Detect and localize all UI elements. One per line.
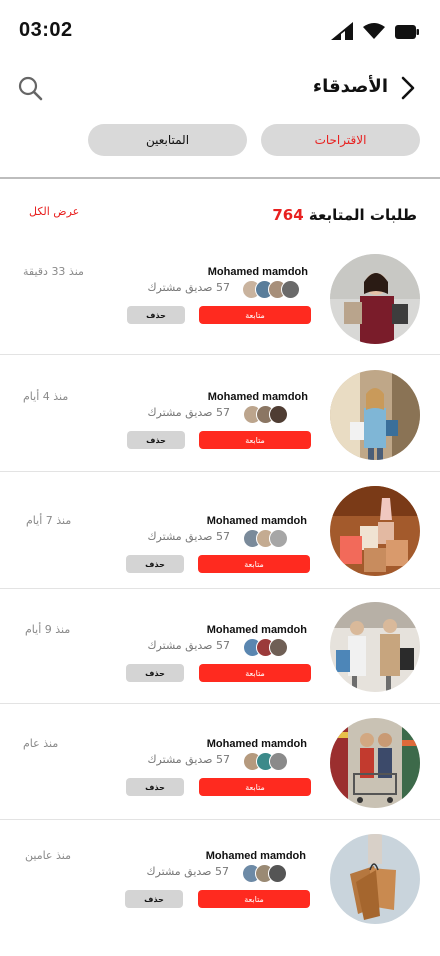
- avatar[interactable]: [330, 602, 420, 692]
- delete-button[interactable]: حذف: [126, 664, 184, 682]
- mutual-avatar: [268, 864, 287, 883]
- mutual-friends-count: 57 صديق مشترك: [147, 530, 230, 543]
- delete-button[interactable]: حذف: [126, 555, 184, 573]
- mutual-friends-avatars: [243, 405, 288, 424]
- avatar[interactable]: [330, 718, 420, 808]
- page-title: الأصدقاء: [312, 76, 388, 97]
- avatar[interactable]: [330, 834, 420, 924]
- mutual-friends-avatars: [243, 638, 288, 657]
- user-name[interactable]: Mohamed mamdoh: [207, 624, 307, 636]
- delete-button[interactable]: حذف: [127, 306, 185, 324]
- delete-button[interactable]: حذف: [126, 778, 184, 796]
- mutual-avatar: [269, 752, 288, 771]
- status-bar: 03:02: [0, 0, 440, 62]
- battery-icon: [395, 24, 419, 43]
- header: الأصدقاء: [0, 70, 440, 106]
- delete-button[interactable]: حذف: [127, 431, 185, 449]
- user-name[interactable]: Mohamed mamdoh: [207, 738, 307, 750]
- request-time: منذ 4 أيام: [23, 390, 69, 403]
- user-name[interactable]: Mohamed mamdoh: [208, 391, 308, 403]
- divider: [0, 177, 440, 179]
- search-icon[interactable]: [16, 74, 44, 102]
- tabs: المتابعين الاقتراحات: [0, 124, 440, 156]
- avatar[interactable]: [330, 254, 420, 344]
- status-icons: [331, 22, 419, 44]
- list-item: Mohamed mamdoh 57 صديق مشترك متابعة حذف …: [0, 704, 440, 820]
- request-time: منذ 7 أيام: [26, 514, 72, 527]
- tab-suggestions[interactable]: الاقتراحات: [261, 124, 420, 156]
- mutual-avatar: [269, 405, 288, 424]
- mutual-friends-avatars: [242, 280, 300, 299]
- mutual-friends-avatars: [243, 752, 288, 771]
- mutual-friends-count: 57 صديق مشترك: [146, 865, 229, 878]
- request-time: منذ عامين: [25, 849, 71, 862]
- follow-button[interactable]: متابعة: [199, 778, 311, 796]
- list-item: Mohamed mamdoh 57 صديق مشترك متابعة حذف …: [0, 355, 440, 472]
- section-title-text: طلبات المتابعة: [308, 206, 417, 224]
- list-item: Mohamed mamdoh 57 صديق مشترك متابعة حذف …: [0, 589, 440, 704]
- mutual-avatar: [269, 638, 288, 657]
- list-item: Mohamed mamdoh 57 صديق مشترك متابعة حذف …: [0, 472, 440, 589]
- mutual-avatar: [269, 529, 288, 548]
- follow-button[interactable]: متابعة: [199, 431, 311, 449]
- status-time: 03:02: [19, 19, 73, 41]
- avatar[interactable]: [330, 486, 420, 576]
- list-item: Mohamed mamdoh 57 صديق مشترك متابعة حذف …: [0, 820, 440, 936]
- list-item: Mohamed mamdoh 57 صديق مشترك متابعة حذف …: [0, 239, 440, 355]
- request-time: منذ عام: [23, 737, 59, 750]
- user-name[interactable]: Mohamed mamdoh: [207, 515, 307, 527]
- follow-button[interactable]: متابعة: [198, 890, 310, 908]
- cellular-signal-icon: [331, 22, 353, 44]
- mutual-friends-count: 57 صديق مشترك: [147, 753, 230, 766]
- delete-button[interactable]: حذف: [125, 890, 183, 908]
- wifi-icon: [363, 23, 385, 43]
- view-all-link[interactable]: عرض الكل: [29, 205, 79, 218]
- mutual-friends-avatars: [243, 529, 288, 548]
- follow-button[interactable]: متابعة: [199, 664, 311, 682]
- mutual-friends-avatars: [242, 864, 287, 883]
- request-time: منذ 33 دقيقة: [23, 265, 84, 278]
- mutual-friends-count: 57 صديق مشترك: [147, 281, 230, 294]
- follow-button[interactable]: متابعة: [199, 306, 311, 324]
- follow-button[interactable]: متابعة: [198, 555, 310, 573]
- back-chevron-icon[interactable]: [398, 75, 418, 101]
- avatar[interactable]: [330, 370, 420, 460]
- user-name[interactable]: Mohamed mamdoh: [206, 850, 306, 862]
- mutual-avatar: [281, 280, 300, 299]
- mutual-friends-count: 57 صديق مشترك: [147, 639, 230, 652]
- request-count: 764: [272, 206, 304, 224]
- request-time: منذ 9 أيام: [25, 623, 71, 636]
- tab-followers[interactable]: المتابعين: [88, 124, 247, 156]
- user-name[interactable]: Mohamed mamdoh: [208, 266, 308, 278]
- mutual-friends-count: 57 صديق مشترك: [147, 406, 230, 419]
- section-title: طلبات المتابعة 764: [272, 206, 417, 224]
